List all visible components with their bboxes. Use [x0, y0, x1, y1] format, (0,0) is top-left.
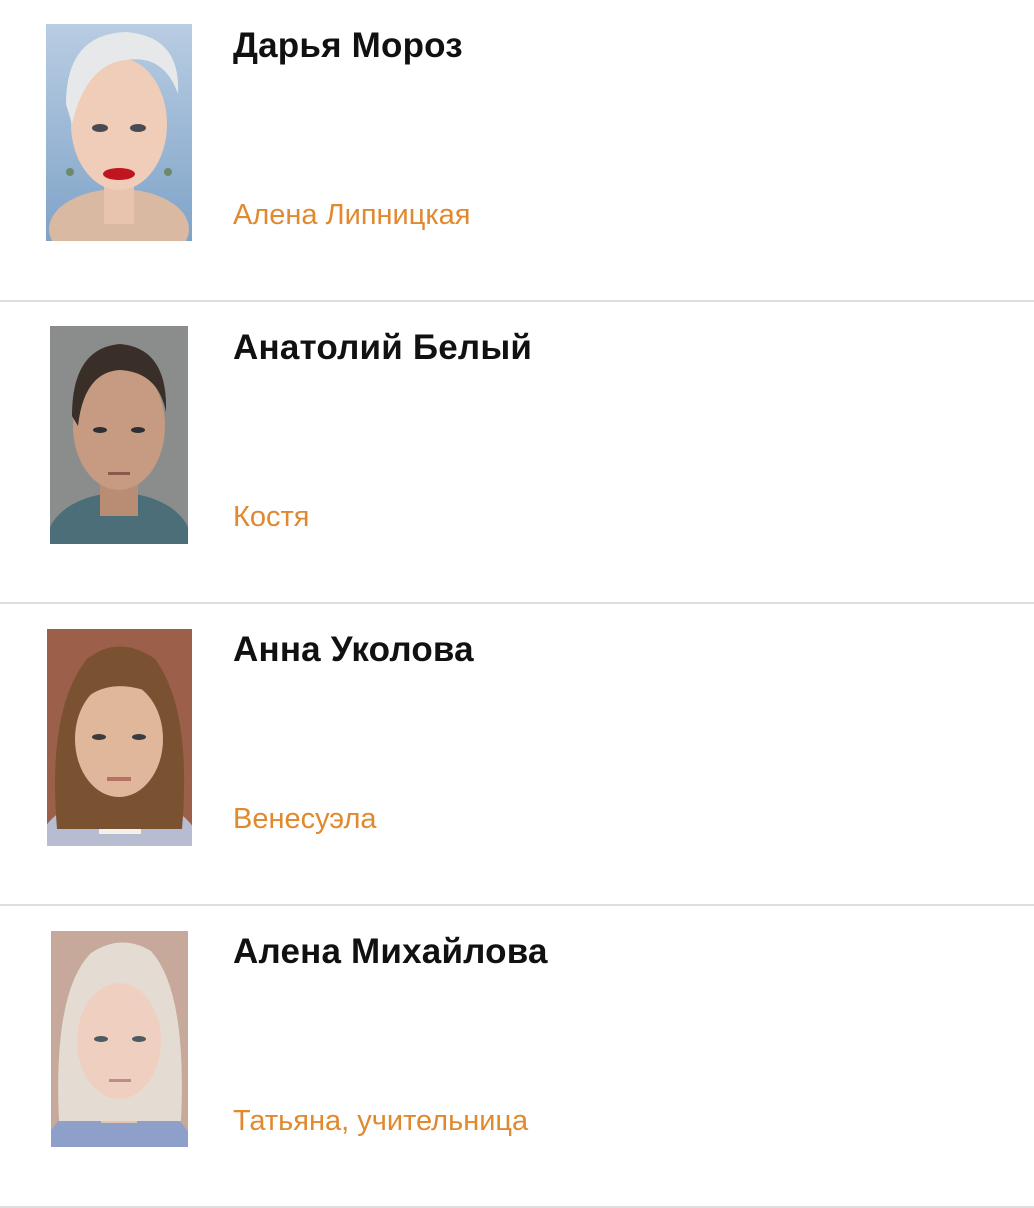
actor-photo[interactable] [51, 931, 188, 1147]
cast-item[interactable]: Анатолий Белый Костя [0, 302, 1034, 604]
actor-name[interactable]: Дарья Мороз [233, 26, 463, 66]
cast-item[interactable]: Анна Уколова Венесуэла [0, 604, 1034, 906]
actor-photo[interactable] [47, 629, 192, 846]
cast-item[interactable]: Дарья Мороз Алена Липницкая [0, 0, 1034, 302]
cast-item[interactable]: Алена Михайлова Татьяна, учительница [0, 906, 1034, 1208]
actor-name[interactable]: Анна Уколова [233, 630, 474, 670]
actor-photo[interactable] [50, 326, 188, 544]
role-name: Алена Липницкая [233, 199, 471, 231]
role-name: Костя [233, 501, 310, 533]
actor-photo[interactable] [46, 24, 192, 241]
role-name: Татьяна, учительница [233, 1105, 529, 1137]
cast-list: Дарья Мороз Алена Липницкая Анатолий Бел… [0, 0, 1034, 1208]
actor-name[interactable]: Алена Михайлова [233, 932, 548, 972]
actor-name[interactable]: Анатолий Белый [233, 328, 532, 368]
role-name: Венесуэла [233, 803, 377, 835]
